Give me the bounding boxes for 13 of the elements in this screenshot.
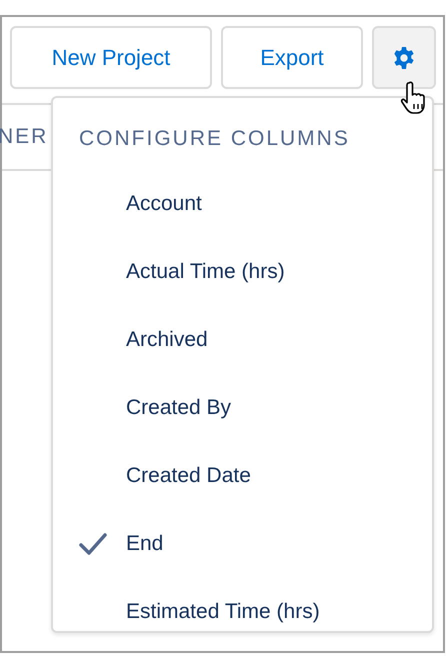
menu-item[interactable]: Actual Time (hrs) [53, 238, 432, 306]
settings-button[interactable] [372, 26, 436, 89]
menu-item[interactable]: End [53, 510, 432, 578]
menu-item[interactable]: Account [53, 170, 432, 238]
toolbar-button[interactable]: New Project [10, 26, 212, 89]
menu-item[interactable]: Estimated Time (hrs) [53, 578, 432, 646]
menu-title: CONFIGURE COLUMNS [79, 126, 351, 152]
toolbar-button[interactable]: Export [221, 26, 363, 89]
menu-item[interactable]: Created Date [53, 442, 432, 510]
menu-item[interactable]: Archived [53, 306, 432, 374]
menu-item[interactable]: Created By [53, 374, 432, 442]
gear-icon [392, 46, 416, 70]
check-icon [78, 532, 108, 556]
